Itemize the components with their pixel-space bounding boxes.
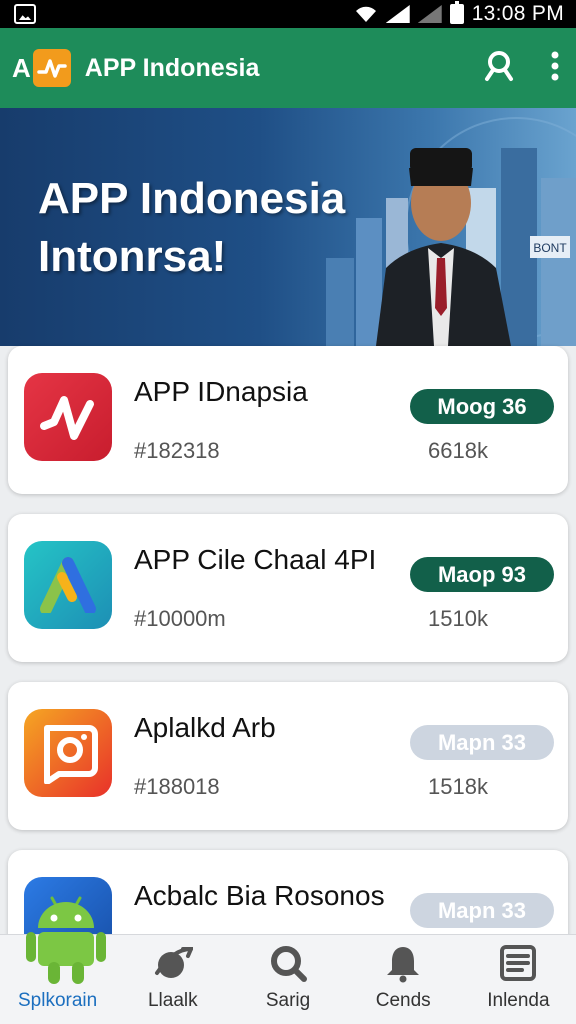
- banner-line-2: Intonrsa!: [38, 232, 227, 281]
- app-code: #188018: [134, 774, 220, 799]
- bell-icon: [383, 943, 423, 988]
- nav-label: Inlenda: [487, 990, 550, 1011]
- app-bar: A APP Indonesia: [0, 28, 576, 108]
- signal-icon-secondary: [417, 5, 442, 23]
- hero-banner[interactable]: APP Indonesia Intonrsa! BONT: [0, 108, 576, 346]
- app-count: 1510k: [428, 606, 488, 631]
- nav-item-llaalk[interactable]: Llaalk: [115, 935, 230, 1024]
- app-card[interactable]: Aplalkd Arb #188018 Mapn 33 1518k: [8, 682, 568, 830]
- app-logo: A: [12, 49, 71, 87]
- app-count: 6618k: [428, 438, 488, 463]
- app-action-button[interactable]: Moog 36: [410, 389, 554, 424]
- app-name: APP IDnapsia: [134, 376, 308, 407]
- wifi-icon: [355, 6, 376, 22]
- app-action-button[interactable]: Maop 93: [410, 557, 554, 592]
- app-name: Acbalc Bia Rosonos: [134, 880, 385, 911]
- nav-label: Llaalk: [147, 990, 198, 1011]
- app-action-button[interactable]: Mapn 33: [410, 893, 554, 928]
- search-icon[interactable]: [482, 49, 516, 88]
- app-card[interactable]: APP IDnapsia #182318 Moog 36 6618k: [8, 346, 568, 494]
- camera-chat-app-icon: [24, 709, 112, 797]
- android-icon: [26, 896, 106, 984]
- logo-chart-icon: [32, 49, 71, 87]
- app-name: APP Cile Chaal 4PI: [134, 544, 377, 575]
- nav-item-cends[interactable]: Cends: [346, 935, 461, 1024]
- status-bar: 13:08 PM: [0, 0, 576, 28]
- nav-label: Sarig: [265, 990, 311, 1011]
- banner-sign-text: BONT: [533, 241, 567, 255]
- signal-icon: [385, 5, 410, 23]
- globe-icon: [153, 943, 194, 988]
- app-code: #182318: [134, 438, 220, 463]
- list-icon: [498, 943, 538, 988]
- status-time: 13:08 PM: [471, 2, 564, 25]
- nav-item-sarig[interactable]: Sarig: [230, 935, 345, 1024]
- battery-icon: [449, 1, 464, 24]
- app-title: APP Indonesia: [84, 53, 260, 82]
- app-name: Aplalkd Arb: [134, 712, 276, 743]
- app-code: #10000m: [134, 606, 226, 631]
- app-action-button[interactable]: Mapn 33: [410, 725, 554, 760]
- colorful-a-app-icon: [24, 541, 112, 629]
- nav-item-inlenda[interactable]: Inlenda: [461, 935, 576, 1024]
- gallery-notification-icon: [14, 4, 36, 24]
- logo-letter: A: [12, 52, 31, 83]
- nav-label: Cends: [375, 990, 431, 1011]
- banner-sign: BONT: [530, 236, 570, 258]
- banner-headline: APP Indonesia Intonrsa!: [38, 170, 345, 286]
- banner-line-1: APP Indonesia: [38, 174, 346, 223]
- red-chart-app-icon: [24, 373, 112, 461]
- search-icon: [268, 943, 308, 988]
- app-card[interactable]: APP Cile Chaal 4PI #10000m Maop 93 1510k: [8, 514, 568, 662]
- more-options-icon[interactable]: [550, 51, 560, 86]
- nav-label: Splkorain: [17, 990, 98, 1011]
- city-skyline-illustration: [326, 117, 576, 346]
- app-count: 1518k: [428, 774, 488, 799]
